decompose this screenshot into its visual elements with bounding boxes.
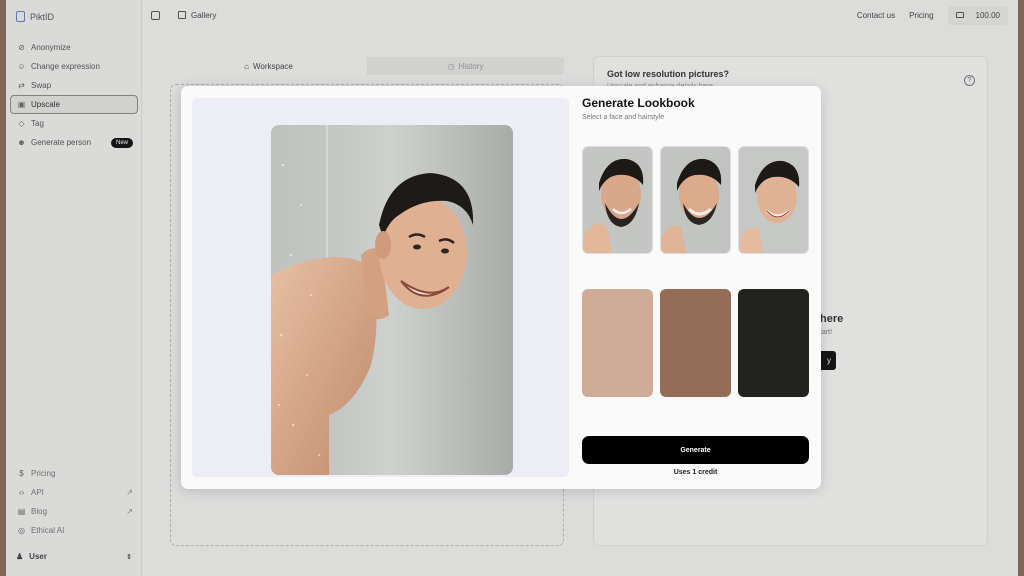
modal-title: Generate Lookbook [582,96,695,110]
lookbook-modal: Generate Lookbook Select a face and hair… [181,86,821,489]
hair-color-swatch[interactable] [582,289,653,397]
preview-photo [271,125,513,475]
portrait-image [271,125,513,475]
modal-subtitle: Select a face and hairstyle [582,114,665,121]
generate-button[interactable]: Generate [582,436,809,464]
preview-area [192,98,569,477]
face-option[interactable] [738,146,809,254]
face-option[interactable] [582,146,653,254]
hair-color-swatch[interactable] [660,289,731,397]
face-thumbnail [739,147,808,253]
face-thumbnail [583,147,652,253]
face-option[interactable] [660,146,731,254]
hair-color-options [582,289,810,397]
hair-color-swatch[interactable] [738,289,809,397]
credit-note: Uses 1 credit [673,469,718,476]
face-options [582,146,810,254]
face-thumbnail [661,147,730,253]
